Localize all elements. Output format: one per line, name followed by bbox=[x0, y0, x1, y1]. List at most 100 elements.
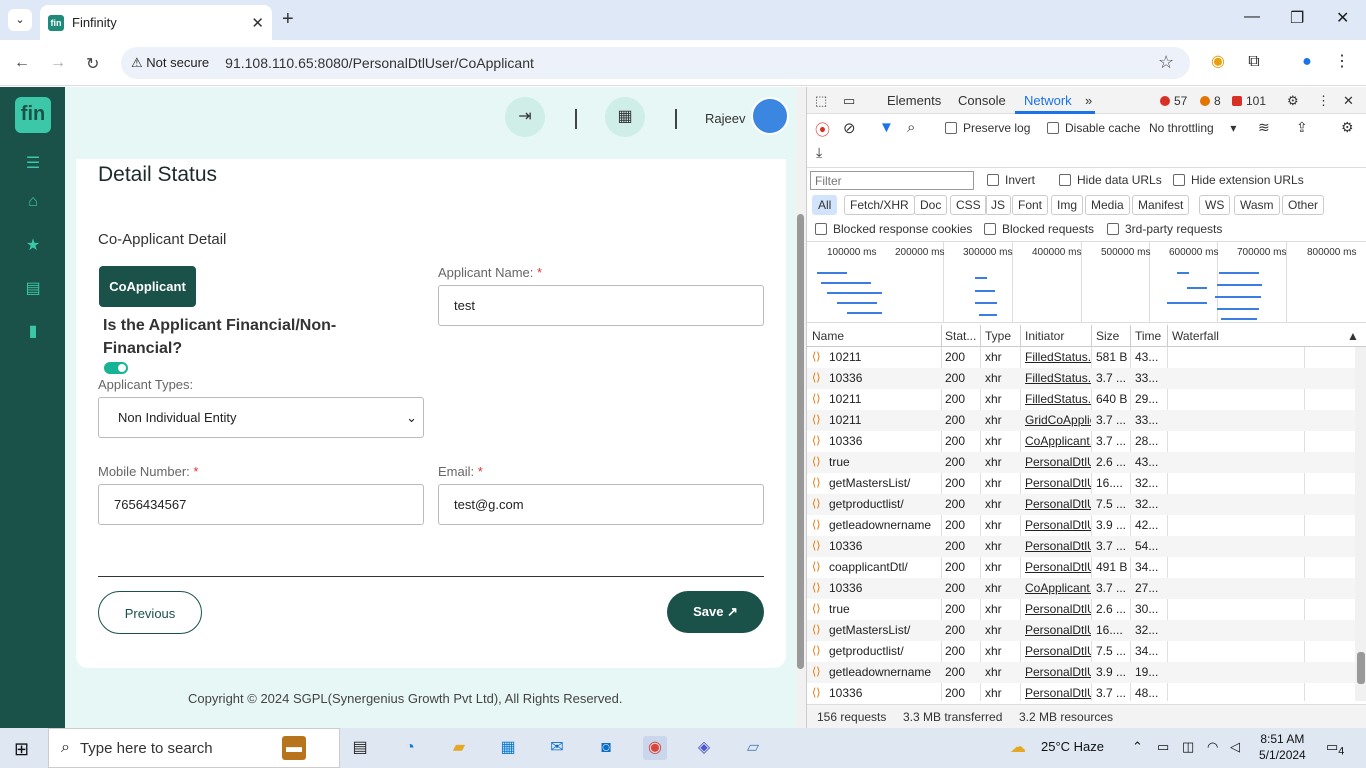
devtools-menu-icon[interactable]: ⋮ bbox=[1317, 93, 1330, 109]
previous-button[interactable]: Previous bbox=[98, 591, 202, 634]
cell-initiator[interactable]: GridCoApplic bbox=[1025, 413, 1091, 427]
column-size[interactable]: Size bbox=[1096, 329, 1119, 343]
filter-input[interactable] bbox=[810, 171, 974, 190]
email-input[interactable]: test@g.com bbox=[438, 484, 764, 525]
table-row[interactable]: ⟨⟩ true 200 xhr PersonalDtlU 2.6 ... 30... bbox=[807, 599, 1355, 620]
chevron-up-icon[interactable]: ⌃ bbox=[1132, 739, 1143, 755]
disable-cache-checkbox[interactable]: Disable cache bbox=[1047, 121, 1140, 135]
requests-scroll-thumb[interactable] bbox=[1357, 652, 1365, 684]
coapplicant-button[interactable]: CoApplicant bbox=[99, 266, 196, 307]
windows-start-icon[interactable]: ⊞ bbox=[14, 739, 29, 760]
cell-initiator[interactable]: FilledStatus. bbox=[1025, 392, 1091, 406]
export-har-icon[interactable]: ⤓ bbox=[816, 144, 822, 161]
hide-data-urls-checkbox[interactable]: Hide data URLs bbox=[1059, 173, 1162, 187]
back-button[interactable]: ← bbox=[14, 54, 30, 72]
camera-icon[interactable]: ◫ bbox=[1182, 739, 1194, 755]
cell-initiator[interactable]: PersonalDtlU bbox=[1025, 560, 1091, 574]
inspect-element-icon[interactable]: ⬚ bbox=[815, 93, 827, 109]
weather-text[interactable]: 25°C Haze bbox=[1041, 739, 1104, 754]
store-icon[interactable]: ▦ bbox=[496, 736, 520, 760]
cell-initiator[interactable]: PersonalDtlU bbox=[1025, 686, 1091, 700]
forward-button[interactable]: → bbox=[50, 54, 66, 72]
device-toolbar-icon[interactable]: ▭ bbox=[843, 93, 855, 109]
table-row[interactable]: ⟨⟩ getproductlist/200 xhr PersonalDtlU 7.5 .… bbox=[807, 641, 1355, 662]
blocked-requests-checkbox[interactable]: Blocked requests bbox=[984, 222, 1094, 236]
cell-initiator[interactable]: FilledStatus. bbox=[1025, 371, 1091, 385]
table-row[interactable]: ⟨⟩ 10211 200 xhr GridCoApplic 3.7 ... 33... bbox=[807, 410, 1355, 431]
cell-initiator[interactable]: PersonalDtlU bbox=[1025, 518, 1091, 532]
import-har-icon[interactable]: ⇪ bbox=[1296, 119, 1308, 136]
cell-initiator[interactable]: PersonalDtlU bbox=[1025, 602, 1091, 616]
network-conditions-icon[interactable]: ≋ bbox=[1258, 119, 1270, 136]
cell-initiator[interactable]: PersonalDtlU bbox=[1025, 455, 1091, 469]
preserve-log-checkbox[interactable]: Preserve log bbox=[945, 121, 1030, 135]
browser-tab[interactable]: fin Finfinity ✕ bbox=[40, 5, 272, 40]
table-row[interactable]: ⟨⟩ 10336 200 xhr CoApplicant. 3.7 ... 28... bbox=[807, 431, 1355, 452]
filter-icon[interactable]: ▼ bbox=[879, 119, 894, 136]
close-tab-icon[interactable]: ✕ bbox=[251, 14, 264, 32]
new-tab-button[interactable]: + bbox=[282, 8, 294, 31]
invert-checkbox[interactable]: Invert bbox=[987, 173, 1035, 187]
filter-css[interactable]: CSS bbox=[950, 195, 987, 215]
notifications-icon[interactable]: ▭4 bbox=[1326, 739, 1344, 758]
applicant-types-select[interactable]: Non Individual Entity ⌄ bbox=[98, 397, 424, 438]
errors-badge[interactable]: 57 bbox=[1160, 94, 1187, 108]
cell-initiator[interactable]: PersonalDtlU bbox=[1025, 623, 1091, 637]
logout-icon[interactable]: ⇥ bbox=[505, 97, 545, 137]
table-row[interactable]: ⟨⟩ coapplicantDtl/200 xhr PersonalDtlU 491 B… bbox=[807, 557, 1355, 578]
battery-icon[interactable]: ▭ bbox=[1157, 739, 1169, 755]
table-row[interactable]: ⟨⟩ getproductlist/200 xhr PersonalDtlU 7.5 .… bbox=[807, 494, 1355, 515]
hide-extension-urls-checkbox[interactable]: Hide extension URLs bbox=[1173, 173, 1304, 187]
requests-scrollbar[interactable] bbox=[1355, 347, 1366, 701]
briefcase-icon[interactable]: ▬ bbox=[282, 736, 306, 760]
wifi-icon[interactable]: ◠ bbox=[1207, 739, 1218, 755]
cell-initiator[interactable]: PersonalDtlU bbox=[1025, 665, 1091, 679]
qr-code-icon[interactable]: ▦ bbox=[605, 97, 645, 137]
timeline-overview[interactable]: 100000 ms 200000 ms 300000 ms 400000 ms … bbox=[807, 241, 1366, 323]
column-type[interactable]: Type bbox=[985, 329, 1011, 343]
teams-icon[interactable]: ◈ bbox=[692, 736, 716, 760]
system-clock[interactable]: 8:51 AM 5/1/2024 bbox=[1259, 731, 1306, 763]
weather-icon[interactable]: ☁ bbox=[1010, 737, 1026, 757]
issues-badge[interactable]: 101 bbox=[1232, 94, 1266, 108]
home-icon[interactable]: ⌂ bbox=[23, 193, 43, 211]
outlook-icon[interactable]: ◙ bbox=[594, 736, 618, 760]
filter-font[interactable]: Font bbox=[1012, 195, 1049, 215]
tab-network[interactable]: Network bbox=[1024, 93, 1072, 108]
save-button[interactable]: Save ↗ bbox=[667, 591, 764, 633]
extension-icon[interactable]: ◉ bbox=[1208, 52, 1228, 72]
volume-icon[interactable]: ◁ bbox=[1230, 739, 1240, 755]
edge-icon[interactable]: ◔ bbox=[398, 736, 422, 760]
extensions-puzzle-icon[interactable]: ⧉ bbox=[1244, 52, 1264, 72]
close-window-icon[interactable]: ✕ bbox=[1336, 8, 1349, 28]
filter-all[interactable]: All bbox=[812, 195, 838, 215]
tab-search-button[interactable]: ⌄ bbox=[8, 9, 32, 31]
not-secure-indicator[interactable]: ⚠ Not secure bbox=[131, 55, 209, 71]
close-devtools-icon[interactable]: ✕ bbox=[1343, 93, 1354, 109]
chrome-icon[interactable]: ◉ bbox=[643, 736, 667, 760]
filter-media[interactable]: Media bbox=[1085, 195, 1130, 215]
table-row[interactable]: ⟨⟩ 10336 200 xhr FilledStatus. 3.7 ... 33... bbox=[807, 368, 1355, 389]
filter-doc[interactable]: Doc bbox=[914, 195, 948, 215]
filter-img[interactable]: Img bbox=[1051, 195, 1084, 215]
filter-other[interactable]: Other bbox=[1282, 195, 1325, 215]
table-row[interactable]: ⟨⟩ getleadownername 200 xhr PersonalDtlU 3.9 … bbox=[807, 662, 1355, 683]
clear-icon[interactable]: ⊘ bbox=[843, 119, 856, 137]
reload-button[interactable]: ↻ bbox=[86, 54, 99, 74]
restore-icon[interactable]: ❐ bbox=[1290, 8, 1304, 28]
logo[interactable]: fin bbox=[15, 97, 51, 133]
more-tabs-icon[interactable]: » bbox=[1085, 93, 1092, 108]
settings-gear-icon[interactable]: ⚙ bbox=[1287, 93, 1299, 109]
blocked-cookies-checkbox[interactable]: Blocked response cookies bbox=[815, 222, 972, 236]
filter-fetch-xhr[interactable]: Fetch/XHR bbox=[844, 195, 915, 215]
record-icon[interactable]: ⦿ bbox=[815, 119, 830, 140]
page-scroll-thumb[interactable] bbox=[797, 214, 804, 669]
table-row[interactable]: ⟨⟩ 10336 200 xhr CoApplicant. 3.7 ... 27... bbox=[807, 578, 1355, 599]
column-waterfall[interactable]: Waterfall bbox=[1172, 329, 1219, 343]
cell-initiator[interactable]: CoApplicant. bbox=[1025, 434, 1091, 448]
bookmark-icon[interactable]: ▮ bbox=[23, 321, 43, 340]
menu-icon[interactable]: ☰ bbox=[23, 153, 43, 172]
cell-initiator[interactable]: PersonalDtlU bbox=[1025, 476, 1091, 490]
filter-ws[interactable]: WS bbox=[1199, 195, 1231, 215]
network-settings-icon[interactable]: ⚙ bbox=[1341, 119, 1354, 136]
